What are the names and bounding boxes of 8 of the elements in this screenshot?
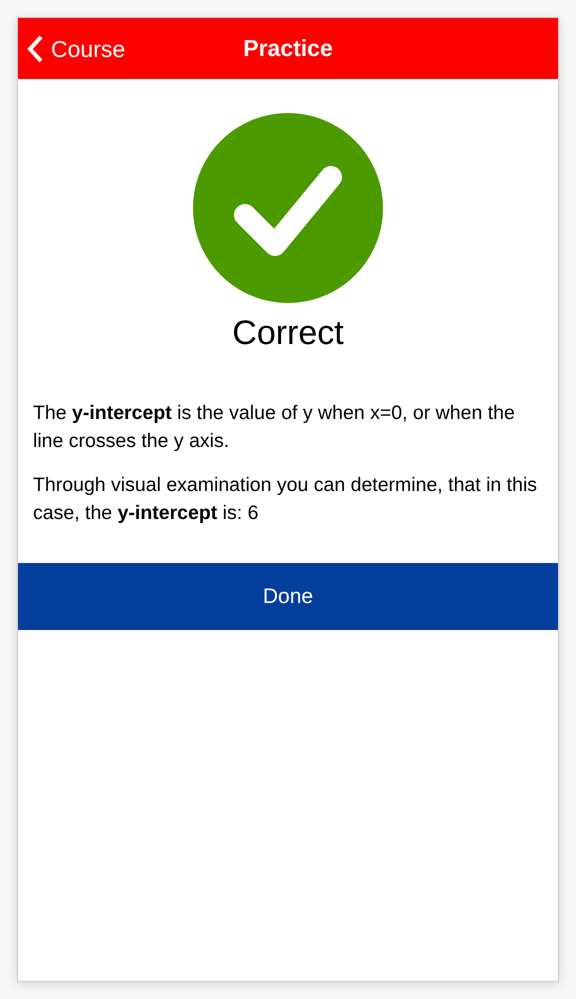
- checkmark-icon: [193, 113, 383, 303]
- result-title: Correct: [232, 313, 344, 354]
- explanation-text: Through visual examination you can determine, that in this case, the y-intercept is: 6: [33, 473, 538, 526]
- nav-title: Practice: [243, 34, 333, 64]
- done-button[interactable]: Done: [18, 563, 558, 630]
- chevron-left-icon: [27, 35, 43, 64]
- explanation-text: The y-intercept is the value of y when x=0, or when the line crosses the y axis.: [33, 401, 516, 454]
- back-button[interactable]: Course: [27, 32, 126, 66]
